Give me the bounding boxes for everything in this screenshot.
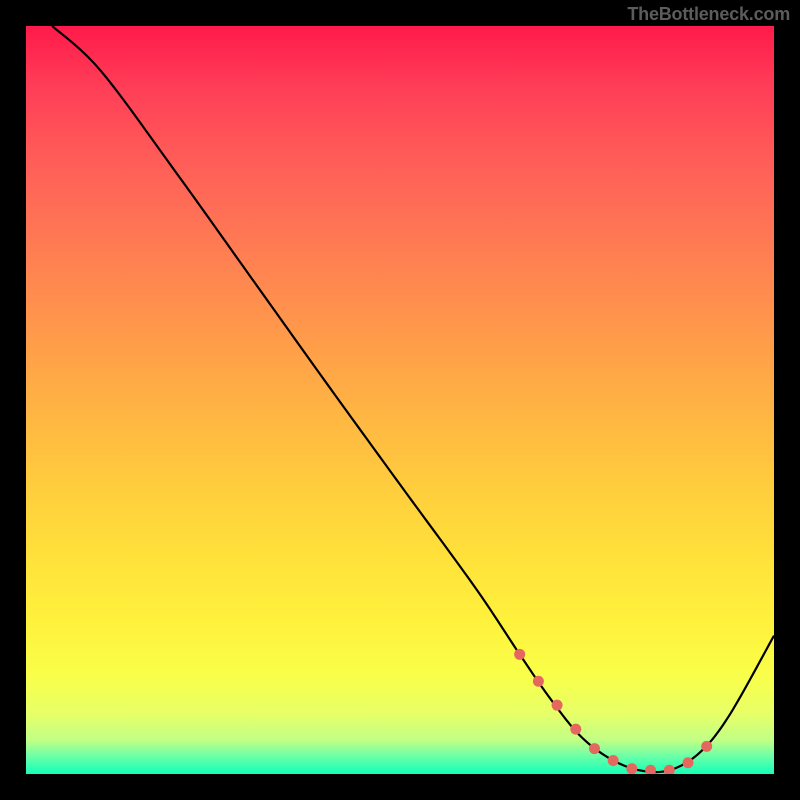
marker-dot bbox=[608, 755, 619, 766]
marker-dot bbox=[645, 765, 656, 774]
marker-dot bbox=[570, 724, 581, 735]
marker-dot bbox=[514, 649, 525, 660]
plot-area bbox=[26, 26, 774, 774]
marker-dot bbox=[664, 765, 675, 774]
bottleneck-curve bbox=[52, 26, 774, 772]
chart-container: TheBottleneck.com bbox=[0, 0, 800, 800]
highlight-markers bbox=[514, 649, 712, 774]
chart-svg bbox=[26, 26, 774, 774]
marker-dot bbox=[701, 741, 712, 752]
watermark-text: TheBottleneck.com bbox=[627, 4, 790, 25]
marker-dot bbox=[626, 763, 637, 774]
marker-dot bbox=[533, 676, 544, 687]
curve-group bbox=[52, 26, 774, 772]
marker-dot bbox=[552, 700, 563, 711]
marker-dot bbox=[589, 743, 600, 754]
marker-dot bbox=[682, 757, 693, 768]
